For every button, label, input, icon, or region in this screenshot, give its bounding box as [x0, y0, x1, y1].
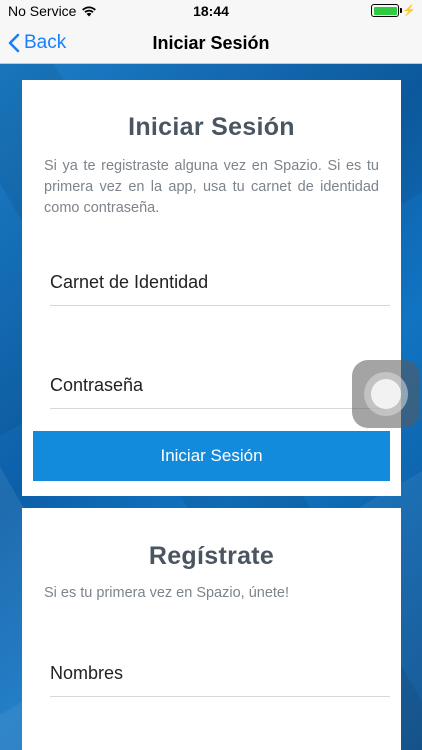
chevron-left-icon [8, 33, 20, 53]
login-card: Iniciar Sesión Si ya te registraste algu… [22, 80, 401, 496]
assistive-touch-icon [371, 379, 401, 409]
register-card: Regístrate Si es tu primera vez en Spazi… [22, 508, 401, 750]
password-field [50, 367, 390, 409]
login-title: Iniciar Sesión [128, 113, 295, 141]
password-input[interactable] [50, 367, 390, 408]
battery-fill [373, 6, 397, 15]
battery-icon [371, 4, 403, 17]
names-field [50, 655, 390, 697]
login-description: Si ya te registraste alguna vez en Spazi… [44, 158, 379, 216]
id-field [50, 264, 390, 306]
bolt-icon: ⚡ [402, 5, 416, 17]
assistive-touch-button[interactable] [352, 360, 420, 428]
assistive-touch-ring [364, 372, 408, 416]
status-bar: No Service 18:44 ⚡ [0, 0, 422, 22]
navigation-bar: Back Iniciar Sesión [0, 22, 422, 64]
register-title: Regístrate [148, 542, 275, 570]
login-button[interactable]: Iniciar Sesión [33, 431, 390, 481]
register-description: Si es tu primera vez en Spazio, únete! [44, 585, 290, 601]
status-right: ⚡ [371, 4, 416, 17]
status-time: 18:44 [193, 3, 229, 19]
back-label: Back [24, 32, 67, 53]
id-input[interactable] [50, 264, 390, 305]
back-button[interactable]: Back [8, 22, 66, 64]
names-input[interactable] [50, 655, 390, 696]
